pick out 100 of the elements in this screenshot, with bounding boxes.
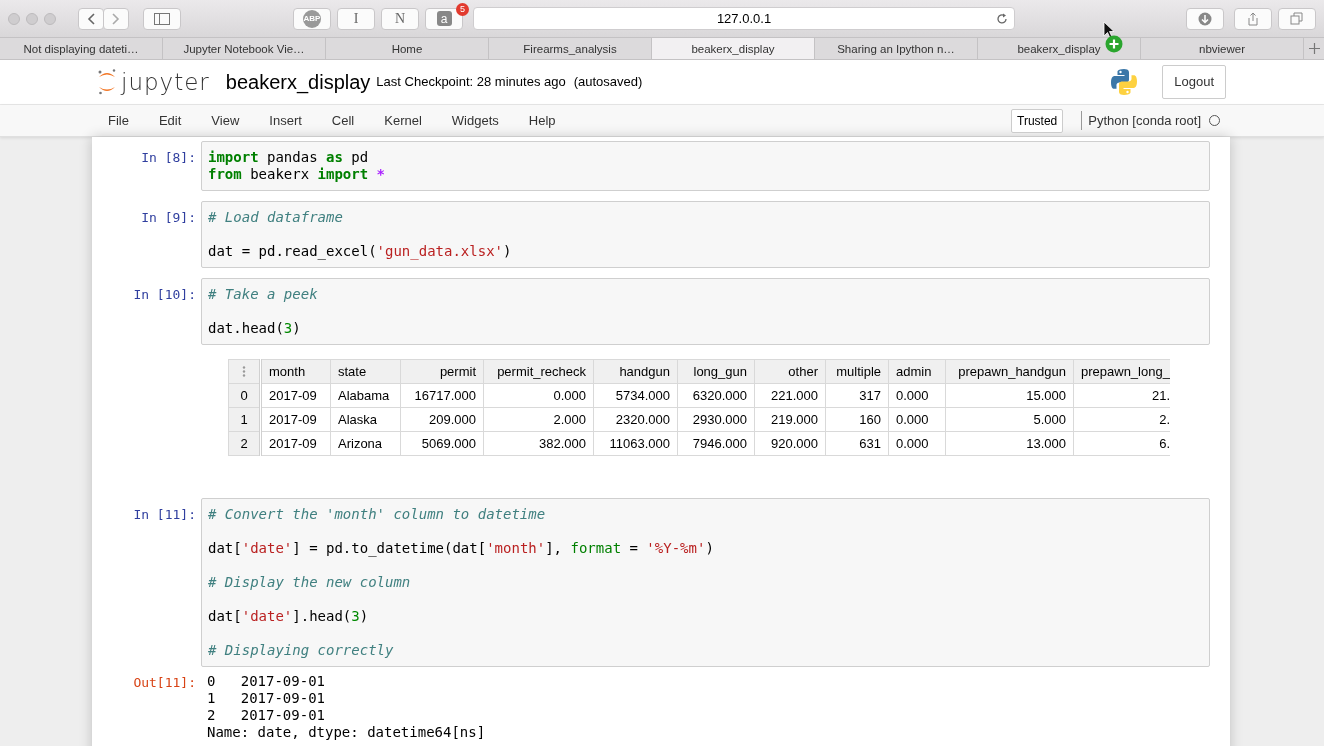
url-text: 127.0.0.1 xyxy=(716,9,772,28)
notebook-name[interactable]: beakerx_display xyxy=(225,67,371,97)
download-button[interactable] xyxy=(1186,7,1224,30)
output-line: 2 2017-09-01 xyxy=(207,707,326,724)
table-cell: 0.000 xyxy=(888,431,946,456)
code-line: dat['date'].head(3) xyxy=(208,608,370,625)
table-cell: 0.000 xyxy=(888,383,946,408)
menu-item[interactable]: Widgets xyxy=(451,110,499,131)
extension-label: a xyxy=(436,11,452,26)
window-control-button[interactable] xyxy=(26,12,38,25)
column-menu-icon[interactable] xyxy=(242,366,246,377)
code-line: dat['date'] = pd.to_datetime(dat['month'], format = '%Y-%m') xyxy=(208,540,715,557)
window-control-button[interactable] xyxy=(44,12,56,25)
share-icon xyxy=(1246,11,1260,26)
column-header[interactable]: other xyxy=(754,359,826,384)
browser-tab[interactable]: Jupyter Notebook Vie… xyxy=(163,38,326,59)
logo-text: jupyter xyxy=(121,67,210,97)
sidebar-icon xyxy=(154,12,170,25)
input-prompt: In [11]: xyxy=(132,506,197,524)
column-header[interactable]: admin xyxy=(888,359,946,384)
browser-tab[interactable]: Not displaying dateti… xyxy=(0,38,163,59)
table-cell: 7946.000 xyxy=(677,431,755,456)
column-header[interactable]: state xyxy=(330,359,401,384)
menu-item[interactable]: Kernel xyxy=(384,110,422,131)
menu-item[interactable]: Insert xyxy=(269,110,302,131)
table-cell: 209.000 xyxy=(400,407,484,432)
table-cell: 11063.000 xyxy=(593,431,678,456)
add-icon xyxy=(1105,35,1123,53)
table-cell: 221.000 xyxy=(754,383,826,408)
browser-tab[interactable]: beakerx_display xyxy=(652,38,815,59)
code-cell[interactable]: # Convert the 'month' column to datetime dat['date'] = pd.to_datetime(dat['month'], format = '%Y-%m') # Display the new column dat['date'].head(3) # Displaying correctly xyxy=(201,498,1210,667)
code-line: # Displaying correctly xyxy=(208,642,395,659)
table-cell: 631 xyxy=(825,431,889,456)
table-cell: 2017-09 xyxy=(260,383,331,408)
code-line: # Convert the 'month' column to datetime xyxy=(208,506,547,523)
code-line: # Display the new column xyxy=(208,574,412,591)
row-index: 0 xyxy=(228,383,261,408)
menu-item[interactable]: File xyxy=(108,110,129,131)
output-line: 0 2017-09-01 xyxy=(207,673,326,690)
table-cell: Alabama xyxy=(330,383,401,408)
input-prompt: In [8]: xyxy=(140,149,197,167)
share-button[interactable] xyxy=(1234,7,1272,30)
table-cell: Alaska xyxy=(330,407,401,432)
extension-label: N xyxy=(394,10,406,28)
column-header[interactable]: multiple xyxy=(825,359,889,384)
column-header[interactable]: long_gun xyxy=(677,359,755,384)
menu-item[interactable]: Cell xyxy=(331,110,355,131)
table-cell: 160 xyxy=(825,407,889,432)
table-cell: 2017-09 xyxy=(260,407,331,432)
column-header[interactable]: month xyxy=(260,359,331,384)
code-cell[interactable]: import pandas as pd from beakerx import * xyxy=(201,141,1210,191)
column-header[interactable]: permit xyxy=(400,359,484,384)
back-button[interactable] xyxy=(78,7,104,30)
kernel-name[interactable]: Python [conda root] xyxy=(1081,110,1201,131)
address-bar[interactable]: 127.0.0.1 xyxy=(473,7,1015,30)
column-header[interactable]: permit_recheck xyxy=(483,359,594,384)
extension-button[interactable]: I xyxy=(337,7,375,30)
logout-button[interactable]: Logout xyxy=(1162,65,1226,99)
column-header[interactable]: prepawn_long_ xyxy=(1073,359,1170,384)
code-cell[interactable]: # Load dataframe dat = pd.read_excel('gun_data.xlsx') xyxy=(201,201,1210,268)
column-header[interactable]: handgun xyxy=(593,359,678,384)
table-cell: 16717.000 xyxy=(400,383,484,408)
extension-button[interactable]: N xyxy=(381,7,419,30)
trusted-indicator[interactable]: Trusted xyxy=(1011,108,1064,133)
table-cell: 5069.000 xyxy=(400,431,484,456)
browser-tab[interactable]: nbviewer xyxy=(1141,38,1304,59)
table-cell: 0.000 xyxy=(483,383,594,408)
checkpoint-text: Last Checkpoint: 28 minutes ago xyxy=(376,73,566,92)
back-icon xyxy=(87,12,95,25)
plus-icon xyxy=(1308,43,1320,54)
cursor-icon xyxy=(1103,21,1115,39)
table-cell: 13.000 xyxy=(945,431,1074,456)
output-prompt: Out[11]: xyxy=(132,674,197,692)
table-cell: 2017-09 xyxy=(260,431,331,456)
code-line: # Load dataframe xyxy=(208,209,344,226)
code-line: dat = pd.read_excel('gun_data.xlsx') xyxy=(208,243,513,260)
column-header[interactable]: prepawn_handgun xyxy=(945,359,1074,384)
download-icon xyxy=(1198,11,1212,26)
window-control-button[interactable] xyxy=(8,12,20,25)
browser-tab[interactable]: Home xyxy=(326,38,489,59)
tabs-button[interactable] xyxy=(1278,7,1316,30)
menu-item[interactable]: Help xyxy=(528,110,556,131)
table-cell: 219.000 xyxy=(754,407,826,432)
row-index: 2 xyxy=(228,431,261,456)
browser-tab[interactable]: Sharing an Ipython n… xyxy=(815,38,978,59)
table-cell: 2.000 xyxy=(483,407,594,432)
forward-button[interactable] xyxy=(103,7,129,30)
input-prompt: In [10]: xyxy=(132,286,197,304)
forward-icon xyxy=(112,12,120,25)
code-cell[interactable]: # Take a peek dat.head(3) xyxy=(201,278,1210,345)
extension-label: ABP xyxy=(303,9,321,28)
output-line: Name: date, dtype: datetime64[ns] xyxy=(207,724,486,741)
autosave-status: (autosaved) xyxy=(573,73,643,92)
code-line: import pandas as pd xyxy=(208,149,370,166)
output-line: 1 2017-09-01 xyxy=(207,690,326,707)
table-cell: 5734.000 xyxy=(593,383,678,408)
reload-icon[interactable] xyxy=(996,13,1008,25)
menu-item[interactable]: View xyxy=(211,110,240,131)
sidebar-button[interactable] xyxy=(143,7,181,30)
menu-item[interactable]: Edit xyxy=(158,110,182,131)
